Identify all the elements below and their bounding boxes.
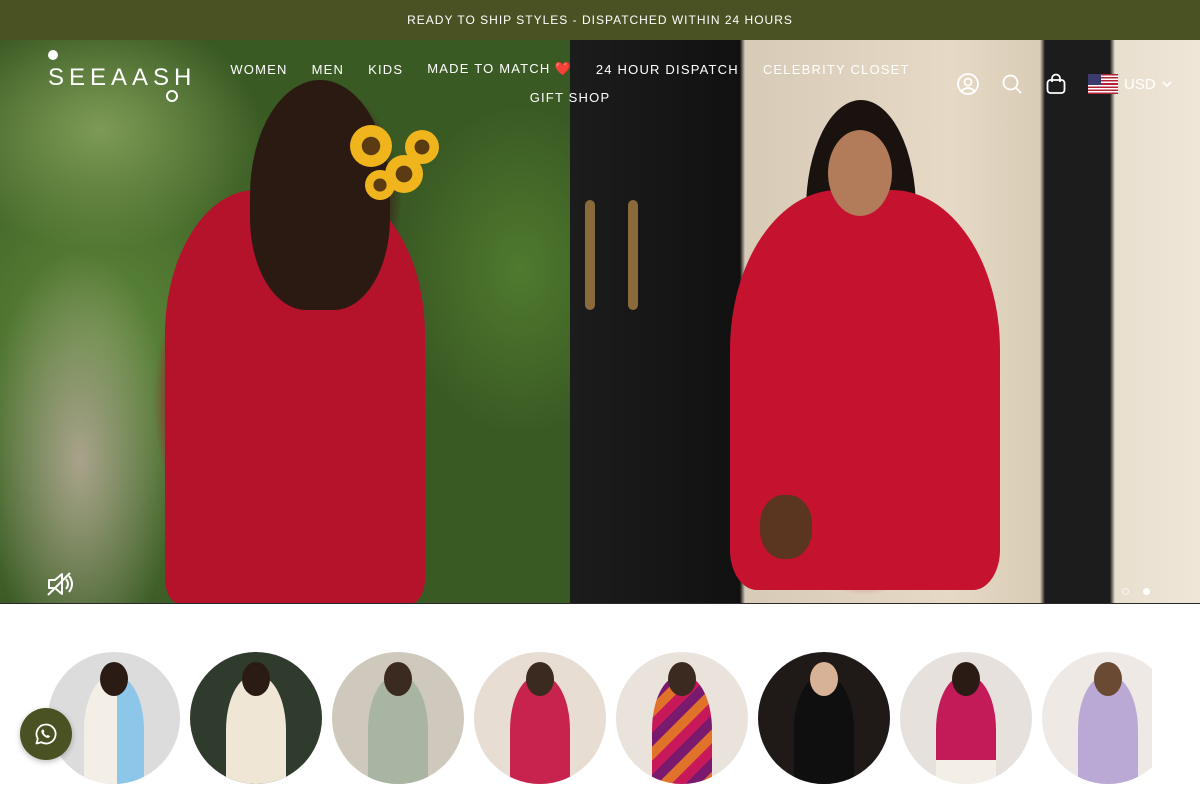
hero-model-right-face: [828, 130, 892, 216]
category-item-7[interactable]: [900, 652, 1032, 784]
sunflower-4: [365, 170, 395, 200]
heart-icon: ❤️: [554, 61, 572, 76]
slider-dots: [1122, 588, 1150, 595]
announcement-bar: READY TO SHIP STYLES - DISPATCHED WITHIN…: [0, 0, 1200, 40]
hero-clutch: [760, 495, 812, 559]
us-flag-icon: [1088, 74, 1118, 94]
category-item-2[interactable]: [190, 652, 322, 784]
nav-celebrity-closet[interactable]: CELEBRITY CLOSET: [763, 62, 910, 77]
currency-selector[interactable]: USD: [1088, 74, 1172, 94]
category-item-8[interactable]: [1042, 652, 1152, 784]
hero-image-right: [570, 40, 1200, 603]
account-icon[interactable]: [954, 70, 982, 98]
sunflower-3: [405, 130, 439, 164]
category-3-model: [384, 662, 412, 696]
speaker-muted-icon[interactable]: [46, 570, 76, 598]
brand-name: SEEAASH: [48, 64, 197, 91]
nav-made-to-match-label: MADE TO MATCH: [427, 61, 551, 76]
category-7-model: [952, 662, 980, 696]
search-icon[interactable]: [998, 70, 1026, 98]
header-actions: USD: [954, 70, 1172, 98]
nav-gift-shop[interactable]: GIFT SHOP: [530, 90, 611, 105]
category-item-6[interactable]: [758, 652, 890, 784]
category-item-3[interactable]: [332, 652, 464, 784]
category-item-5[interactable]: [616, 652, 748, 784]
announcement-text: READY TO SHIP STYLES - DISPATCHED WITHIN…: [407, 13, 793, 27]
category-8-model: [1094, 662, 1122, 696]
category-item-4[interactable]: [474, 652, 606, 784]
currency-code: USD: [1124, 75, 1156, 93]
category-4-model: [526, 662, 554, 696]
category-carousel: [48, 652, 1152, 800]
nav-made-to-match[interactable]: MADE TO MATCH ❤️: [427, 61, 572, 77]
cart-icon[interactable]: [1042, 70, 1070, 98]
brand-logo[interactable]: SEEAASH: [48, 50, 191, 106]
whatsapp-button[interactable]: [20, 708, 72, 760]
sunflower-1: [350, 125, 392, 167]
category-item-1[interactable]: [48, 652, 180, 784]
slider-dot-2[interactable]: [1143, 588, 1150, 595]
hero-banner[interactable]: [0, 40, 1200, 604]
nav-24-hour-dispatch[interactable]: 24 HOUR DISPATCH: [596, 62, 739, 77]
logo-ring: [166, 90, 178, 102]
nav-kids[interactable]: KIDS: [368, 62, 403, 77]
nav-women[interactable]: WOMEN: [230, 62, 287, 77]
hero-image-left: [0, 40, 570, 603]
logo-dot: [48, 50, 58, 60]
door-handle-1: [585, 200, 595, 310]
slider-dot-1[interactable]: [1122, 588, 1129, 595]
door-handle-2: [628, 200, 638, 310]
category-6-model: [810, 662, 838, 696]
chevron-down-icon: [1162, 81, 1172, 88]
category-2-model: [242, 662, 270, 696]
nav-men[interactable]: MEN: [312, 62, 345, 77]
main-navigation: WOMEN MEN KIDS MADE TO MATCH ❤️ 24 HOUR D…: [230, 56, 908, 112]
category-1-model: [100, 662, 128, 696]
category-5-model: [668, 662, 696, 696]
whatsapp-icon: [35, 723, 57, 745]
